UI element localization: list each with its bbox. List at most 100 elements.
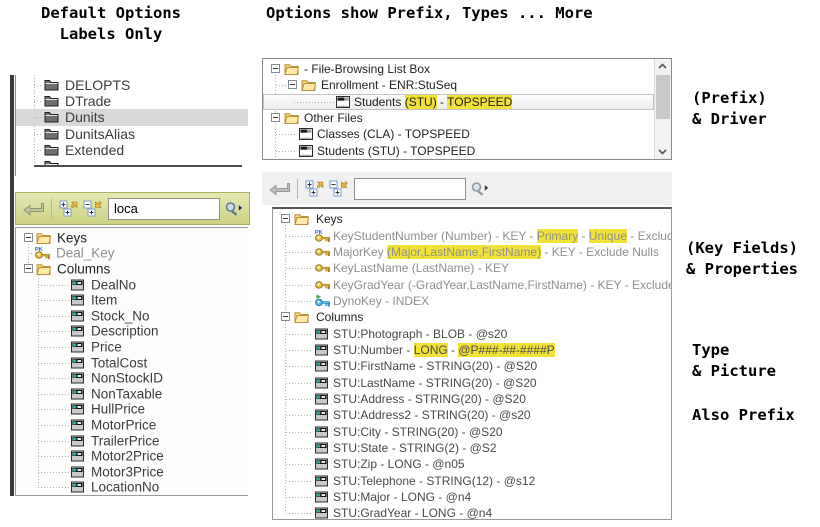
labels-only-top-tree: DELOPTSDTradeDunitsDunitsAliasExtended <box>15 75 248 176</box>
tree-row[interactable]: Columns <box>273 309 671 325</box>
tree-row[interactable]: STU:City - STRING(20) - @S20 <box>273 424 671 440</box>
scroll-down-icon[interactable] <box>658 149 667 155</box>
plain-text: MajorKey <box>333 245 387 259</box>
highlighted-text: @P###-##-####P <box>458 343 554 357</box>
annotation-line: & Driver <box>692 110 767 128</box>
tree-guide <box>38 456 69 457</box>
tree-guide <box>286 399 313 400</box>
collapse-expander-icon[interactable] <box>24 264 33 273</box>
tree-row[interactable] <box>263 159 654 160</box>
tree-row[interactable]: Columns <box>16 261 248 277</box>
folder-icon <box>294 311 309 324</box>
collapse-expander-icon[interactable] <box>24 233 33 242</box>
tree-row[interactable]: PKDeal_Key <box>16 246 248 262</box>
tree-guide <box>286 448 313 449</box>
column-icon <box>315 410 328 421</box>
annotation-line: Also Prefix <box>692 406 795 424</box>
tree-row[interactable]: Keys <box>16 230 248 246</box>
tree-row[interactable]: STU:FirstName - STRING(20) - @S20 <box>273 358 671 374</box>
expand-all-icon[interactable] <box>305 180 325 197</box>
tree-row[interactable]: STU:Address2 - STRING(20) - @s20 <box>273 407 671 423</box>
collapse-expander-icon[interactable] <box>281 214 290 223</box>
scrollbar-thumb[interactable] <box>656 75 670 119</box>
tree-row[interactable]: DealNo <box>16 277 248 293</box>
heading-right: Options show Prefix, Types ... More <box>266 3 593 24</box>
tree-row[interactable]: Price <box>16 339 248 355</box>
collapse-all-icon[interactable] <box>329 180 349 197</box>
tree-guide <box>38 347 69 348</box>
locator-search-input[interactable] <box>354 178 466 200</box>
tree-row[interactable]: Classes (CLA) - TOPSPEED <box>263 126 654 142</box>
tree-row[interactable]: Motor3Price <box>16 464 248 480</box>
column-icon <box>315 377 328 388</box>
tree-row[interactable]: DELOPTS <box>16 77 248 93</box>
tree-row[interactable]: STU:Address - STRING(20) - @S20 <box>273 391 671 407</box>
tree-row[interactable]: Stock_No <box>16 308 248 324</box>
tree-row[interactable]: MajorKey (Major,LastName,FirstName) - KE… <box>273 244 671 260</box>
tree-row[interactable]: KeyGradYear (-GradYear,LastName,FirstNam… <box>273 276 671 292</box>
collapse-expander-icon[interactable] <box>271 113 280 122</box>
tree-row[interactable]: Extended <box>16 142 248 158</box>
collapse-expander-icon[interactable] <box>271 64 280 73</box>
tree-row[interactable]: STU:Major - LONG - @n4 <box>273 489 671 505</box>
tree-row[interactable]: KeyLastName (LastName) - KEY <box>273 260 671 276</box>
collapse-expander-icon[interactable] <box>281 312 290 321</box>
search-icon[interactable] <box>224 201 243 216</box>
tree-guide <box>286 236 313 237</box>
tree-guide <box>38 441 69 442</box>
tree-row[interactable]: Keys <box>273 211 671 227</box>
tree-row[interactable]: STU:State - STRING(2) - @S2 <box>273 440 671 456</box>
tree-row[interactable]: MotorPrice <box>16 417 248 433</box>
tree-row-label: NonTaxable <box>91 386 162 401</box>
tree-row[interactable]: Students (STU) - TOPSPEED <box>263 143 654 159</box>
tree-row[interactable]: Enrollment - ENR:StuSeq <box>263 77 654 93</box>
tree-row[interactable]: NonStockID <box>16 370 248 386</box>
expand-all-icon[interactable] <box>59 200 79 217</box>
tree-guide <box>286 285 313 286</box>
tree-row[interactable]: LocationNo <box>16 480 248 496</box>
column-icon <box>71 388 84 399</box>
heading-left-line1: Default Options <box>41 4 181 22</box>
tree-row-label: Enrollment - ENR:StuSeq <box>321 78 457 92</box>
search-icon[interactable] <box>470 181 489 196</box>
tree-row-label: Classes (CLA) - TOPSPEED <box>317 127 470 141</box>
vertical-scrollbar[interactable] <box>654 59 671 159</box>
return-arrow-icon[interactable] <box>268 182 290 196</box>
collapse-expander-icon[interactable] <box>288 80 297 89</box>
tree-row[interactable]: Other Files <box>263 110 654 126</box>
tree-row[interactable]: Dunits <box>16 109 248 125</box>
right-search-toolbar <box>262 172 672 205</box>
column-icon <box>315 344 328 355</box>
tree-row[interactable]: NonTaxable <box>16 386 248 402</box>
tree-row[interactable]: Motor2Price <box>16 448 248 464</box>
tree-row[interactable]: - File-Browsing List Box <box>263 61 654 77</box>
plain-text: - Exclude Nulls <box>627 229 672 243</box>
tree-row[interactable]: STU:Number - LONG - @P###-##-####P <box>273 342 671 358</box>
tree-row-label: DunitsAlias <box>65 126 135 142</box>
collapse-all-icon[interactable] <box>83 200 103 217</box>
tree-row[interactable]: TrailerPrice <box>16 433 248 449</box>
scroll-up-icon[interactable] <box>658 63 667 69</box>
tree-row[interactable]: DynoKey - INDEX <box>273 293 671 309</box>
tree-row[interactable]: TotalCost <box>16 355 248 371</box>
tree-row[interactable]: DunitsAlias <box>16 126 248 142</box>
tree-guide <box>276 151 297 152</box>
tree-row[interactable]: STU:LastName - STRING(20) - @S20 <box>273 375 671 391</box>
locator-search-input[interactable] <box>108 198 220 220</box>
tree-row-label: STU:Major - LONG - @n4 <box>333 490 471 504</box>
tree-guide <box>34 150 42 151</box>
tree-row[interactable]: STU:Zip - LONG - @n05 <box>273 456 671 472</box>
tree-row[interactable]: DTrade <box>16 93 248 109</box>
tree-row[interactable]: STU:Photograph - BLOB - @s20 <box>273 325 671 341</box>
tree-row[interactable]: STU:GradYear - LONG - @n4 <box>273 505 671 520</box>
folder-icon <box>284 63 299 76</box>
column-icon <box>71 295 84 306</box>
return-arrow-icon[interactable] <box>22 202 44 216</box>
tree-row[interactable]: PKKeyStudentNumber (Number) - KEY - Prim… <box>273 227 671 243</box>
tree-row[interactable]: STU:Telephone - STRING(12) - @s12 <box>273 473 671 489</box>
tree-row[interactable]: Description <box>16 324 248 340</box>
tree-row[interactable]: Students (STU) - TOPSPEED <box>263 94 654 110</box>
tree-row[interactable]: HullPrice <box>16 402 248 418</box>
tree-guide <box>34 85 42 86</box>
tree-row[interactable]: Item <box>16 292 248 308</box>
